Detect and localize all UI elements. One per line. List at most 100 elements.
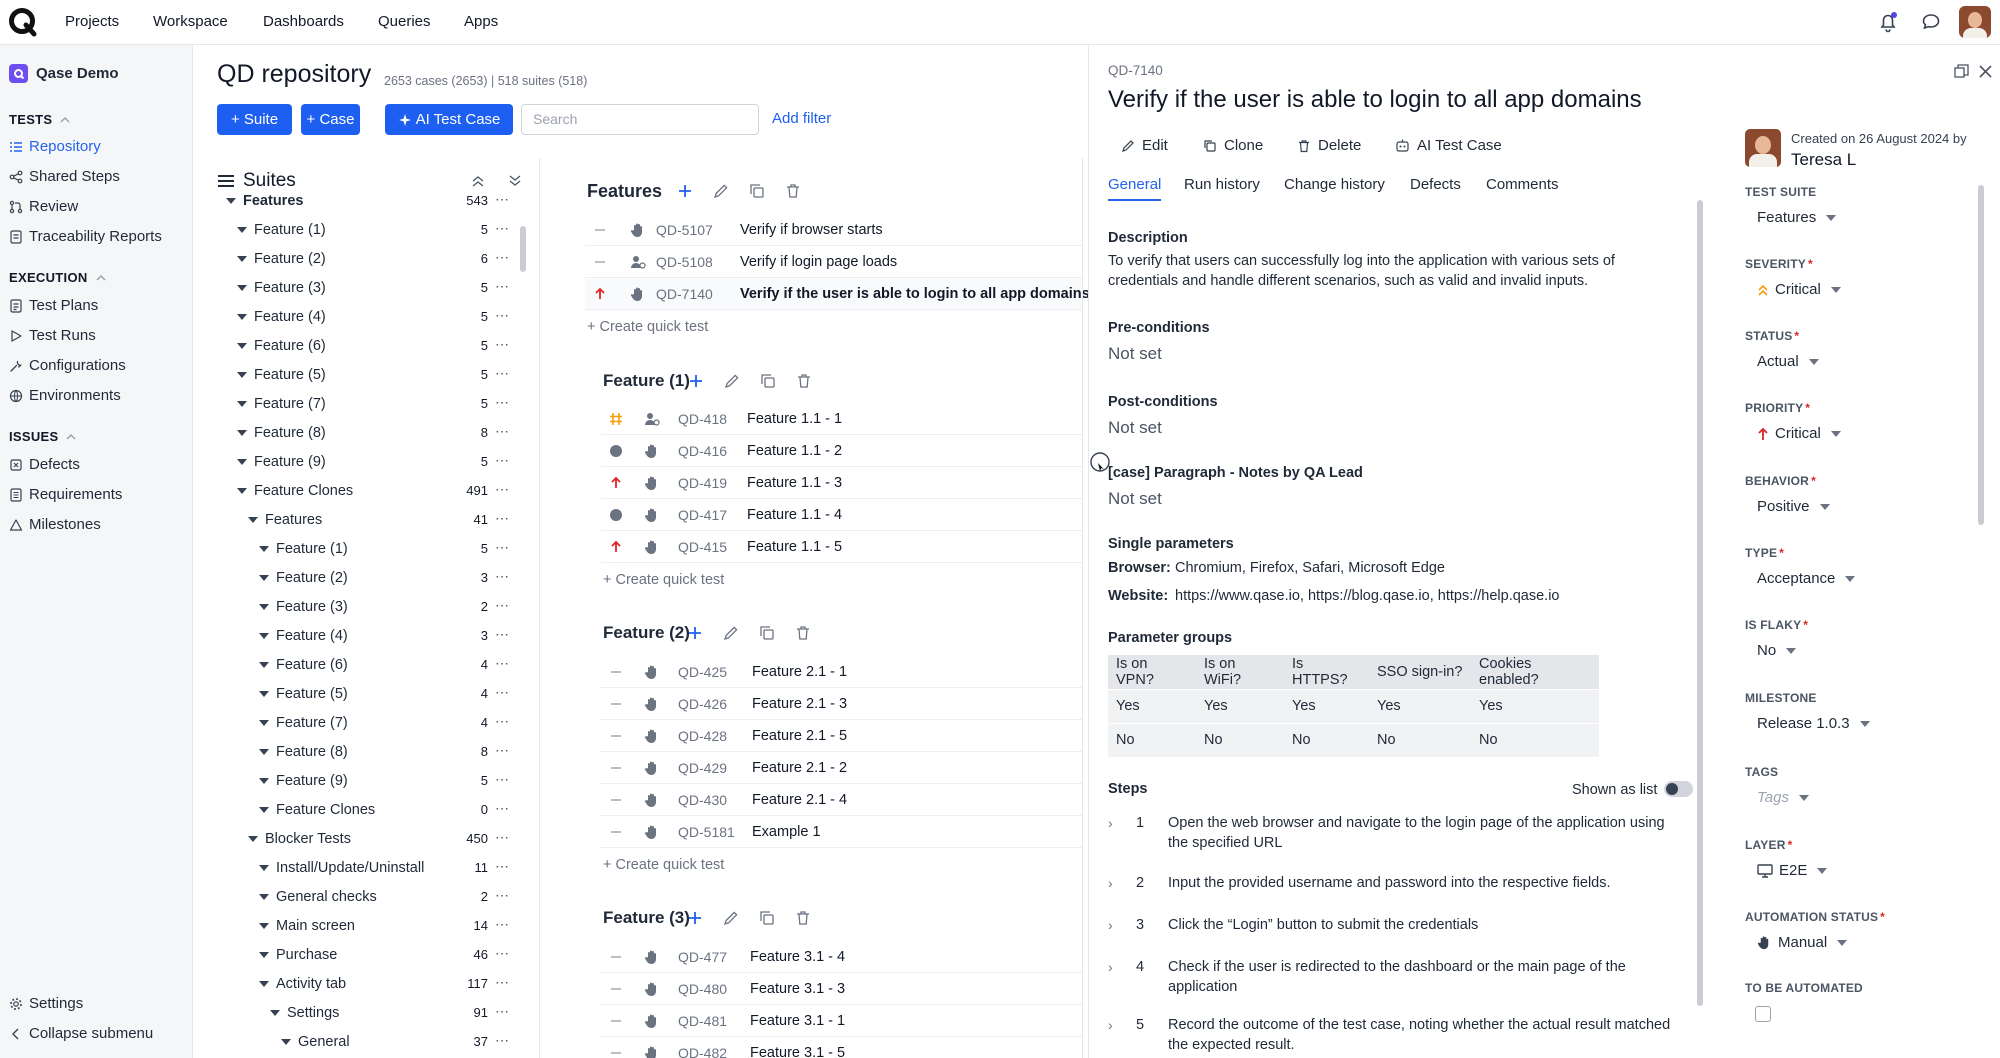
detail-scrollbar[interactable] — [1697, 200, 1703, 1006]
more-options-icon[interactable]: ⋯ — [495, 365, 510, 382]
flaky-select[interactable]: No — [1757, 642, 1797, 659]
copy-icon[interactable] — [759, 910, 775, 926]
more-options-icon[interactable]: ⋯ — [495, 1003, 510, 1020]
chevron-right-icon[interactable]: › — [1108, 1015, 1113, 1035]
case-row[interactable]: QD-418 Feature 1.1 - 1 — [601, 404, 1082, 435]
tab-general[interactable]: General — [1108, 176, 1162, 201]
severity-select[interactable]: Critical — [1757, 281, 1841, 298]
edit-button[interactable]: Edit — [1121, 137, 1168, 154]
more-options-icon[interactable]: ⋯ — [495, 887, 510, 904]
chevron-right-icon[interactable]: › — [1108, 873, 1113, 893]
suite-tree-item[interactable]: Main screen — [259, 913, 355, 939]
suite-tree-item[interactable]: Feature (5) — [237, 362, 326, 388]
step-item[interactable]: › 3 Click the “Login” button to submit the… — [1108, 915, 1688, 957]
caret-down-icon[interactable] — [259, 952, 269, 958]
edit-pencil-icon[interactable] — [724, 373, 740, 389]
status-select[interactable]: Actual — [1757, 353, 1819, 370]
caret-down-icon[interactable] — [259, 546, 269, 552]
suite-tree-item[interactable]: Feature (5) — [259, 681, 348, 707]
more-options-icon[interactable]: ⋯ — [495, 742, 510, 759]
behavior-select[interactable]: Positive — [1757, 498, 1830, 515]
step-item[interactable]: › 4 Check if the user is redirected to the… — [1108, 957, 1688, 999]
section-issues[interactable]: ISSUES — [9, 429, 77, 444]
add-filter-link[interactable]: Add filter — [772, 110, 831, 127]
caret-down-icon[interactable] — [259, 604, 269, 610]
suite-tree-item[interactable]: General — [281, 1029, 350, 1055]
case-row[interactable]: QD-425 Feature 2.1 - 1 — [601, 657, 1082, 688]
step-item[interactable]: › 2 Input the provided username and passwo… — [1108, 873, 1688, 915]
suite-tree-item[interactable]: Purchase — [259, 942, 337, 968]
more-options-icon[interactable]: ⋯ — [495, 713, 510, 730]
sidebar-item-repository[interactable]: Repository — [9, 138, 101, 155]
project-switcher[interactable]: Qase Demo — [9, 64, 119, 83]
caret-down-icon[interactable] — [237, 459, 247, 465]
sidebar-item-settings[interactable]: Settings — [9, 995, 83, 1012]
caret-down-icon[interactable] — [237, 488, 247, 494]
more-options-icon[interactable]: ⋯ — [495, 394, 510, 411]
sidebar-item-traceability[interactable]: Traceability Reports — [9, 228, 162, 245]
more-options-icon[interactable]: ⋯ — [495, 829, 510, 846]
suite-tree-item[interactable]: Feature (6) — [259, 652, 348, 678]
tags-placeholder-select[interactable]: Tags — [1757, 789, 1809, 806]
shown-as-list-toggle[interactable] — [1664, 781, 1693, 797]
caret-down-icon[interactable] — [259, 865, 269, 871]
chevron-right-icon[interactable]: › — [1108, 915, 1113, 935]
ai-test-case-action[interactable]: AI Test Case — [1395, 137, 1502, 154]
sidebar-item-configurations[interactable]: Configurations — [9, 357, 126, 374]
step-item[interactable]: › 1 Open the web browser and navigate to t… — [1108, 813, 1688, 855]
edit-pencil-icon[interactable] — [723, 910, 739, 926]
trash-icon[interactable] — [795, 625, 811, 641]
chat-icon[interactable] — [1919, 10, 1943, 34]
case-row[interactable]: QD-482 Feature 3.1 - 5 — [601, 1038, 1082, 1058]
add-case-button[interactable]: + Case — [301, 104, 360, 135]
caret-down-icon[interactable] — [248, 517, 258, 523]
caret-down-icon[interactable] — [237, 285, 247, 291]
more-options-icon[interactable]: ⋯ — [495, 1032, 510, 1049]
caret-down-icon[interactable] — [237, 227, 247, 233]
case-row[interactable]: QD-5108 Verify if login page loads — [585, 247, 1082, 278]
sidebar-item-shared-steps[interactable]: Shared Steps — [9, 168, 120, 185]
caret-down-icon[interactable] — [259, 778, 269, 784]
nav-workspace[interactable]: Workspace — [153, 13, 228, 30]
case-row[interactable]: QD-5181 Example 1 — [601, 817, 1082, 848]
sidebar-item-environments[interactable]: Environments — [9, 387, 121, 404]
milestone-select[interactable]: Release 1.0.3 — [1757, 715, 1870, 732]
case-row[interactable]: QD-419 Feature 1.1 - 3 — [601, 468, 1082, 499]
edit-pencil-icon[interactable] — [723, 625, 739, 641]
suite-tree-item[interactable]: Feature (3) — [237, 275, 326, 301]
suite-tree-item[interactable]: Feature (3) — [259, 594, 348, 620]
tab-defects[interactable]: Defects — [1410, 176, 1461, 193]
suite-tree-item[interactable]: Feature (6) — [237, 333, 326, 359]
more-options-icon[interactable]: ⋯ — [495, 771, 510, 788]
caret-down-icon[interactable] — [237, 256, 247, 262]
caret-down-icon[interactable] — [237, 430, 247, 436]
suite-tree-item[interactable]: Feature (2) — [237, 246, 326, 272]
case-row[interactable]: QD-480 Feature 3.1 - 3 — [601, 974, 1082, 1005]
caret-down-icon[interactable] — [259, 749, 269, 755]
to-be-automated-checkbox[interactable] — [1755, 1006, 1771, 1022]
suites-scrollbar[interactable] — [520, 226, 526, 272]
case-row[interactable]: QD-426 Feature 2.1 - 3 — [601, 689, 1082, 720]
more-options-icon[interactable]: ⋯ — [495, 974, 510, 991]
props-scrollbar[interactable] — [1978, 185, 1984, 525]
automation-select[interactable]: Manual — [1757, 934, 1848, 951]
case-row[interactable]: QD-430 Feature 2.1 - 4 — [601, 785, 1082, 816]
bell-icon[interactable] — [1876, 10, 1900, 34]
user-avatar[interactable] — [1959, 6, 1991, 38]
caret-down-icon[interactable] — [281, 1039, 291, 1045]
case-row[interactable]: QD-416 Feature 1.1 - 2 — [601, 436, 1082, 467]
suite-tree-item[interactable]: Feature (7) — [237, 391, 326, 417]
caret-down-icon[interactable] — [226, 198, 236, 204]
suite-tree-item[interactable]: General checks — [259, 884, 377, 910]
chevron-right-icon[interactable]: › — [1108, 813, 1113, 833]
suite-tree-item[interactable]: Feature (9) — [237, 449, 326, 475]
more-options-icon[interactable]: ⋯ — [495, 278, 510, 295]
suite-tree-item[interactable]: Feature (9) — [259, 768, 348, 794]
case-row[interactable]: QD-7140 Verify if the user is able to log… — [585, 279, 1090, 310]
suite-tree-item[interactable]: Feature (8) — [259, 739, 348, 765]
more-options-icon[interactable]: ⋯ — [495, 539, 510, 556]
expand-all-icon[interactable] — [508, 174, 522, 188]
caret-down-icon[interactable] — [248, 836, 258, 842]
suite-tree-item[interactable]: Settings — [270, 1000, 339, 1026]
caret-down-icon[interactable] — [259, 633, 269, 639]
